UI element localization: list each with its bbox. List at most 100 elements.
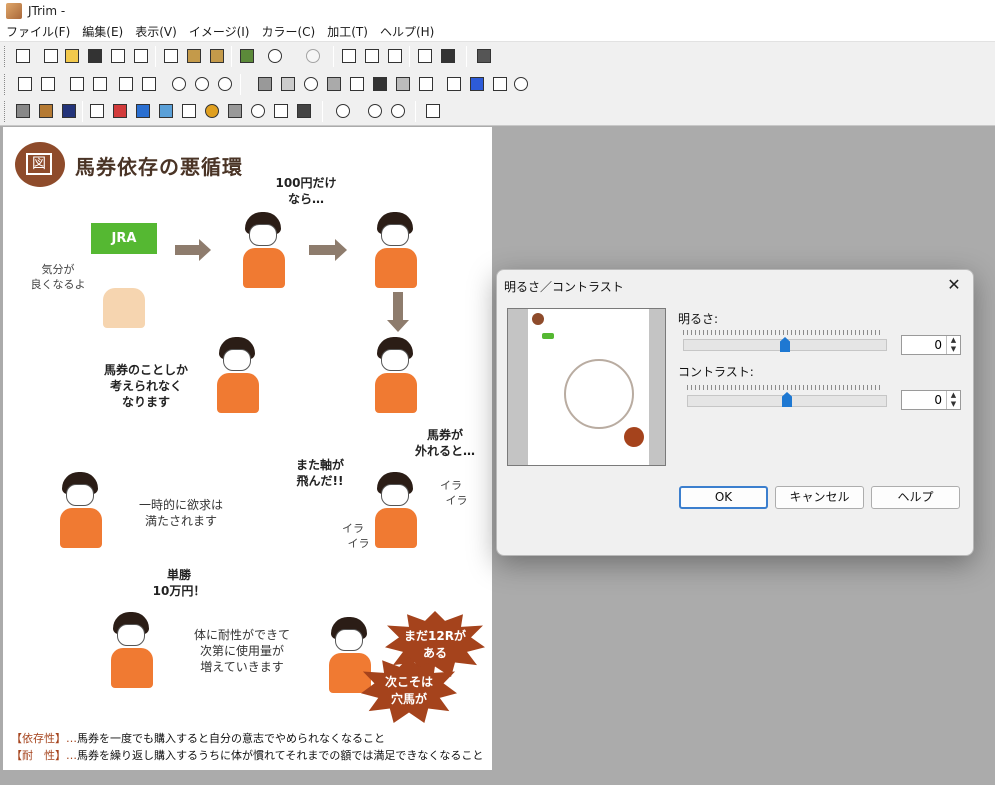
toolbar-separator <box>409 46 410 67</box>
ok-button[interactable]: OK <box>679 486 768 509</box>
help-button[interactable]: ヘルプ <box>871 486 960 509</box>
menu-help[interactable]: ヘルプ(H) <box>374 23 440 40</box>
heading-badge: 図 <box>26 153 52 175</box>
stamp-icon[interactable] <box>386 47 404 65</box>
document-heading: 馬券依存の悪循環 <box>75 155 243 179</box>
zoom-out-icon[interactable] <box>389 102 407 120</box>
grid-menu-icon[interactable] <box>475 47 493 65</box>
brightness-spinner[interactable]: 0 ▲ ▼ <box>901 335 961 355</box>
brush-icon[interactable] <box>491 75 509 93</box>
toolbar-separator <box>82 101 83 122</box>
close-icon[interactable]: ✕ <box>941 274 967 296</box>
frame-icon[interactable] <box>279 75 297 93</box>
brightness-contrast-dialog: 明るさ／コントラスト ✕ 明るさ: 0 ▲ ▼ コントラスト: 0 ▲ ▼ OK キ… <box>496 269 974 556</box>
open-folder-icon[interactable] <box>14 47 32 65</box>
contrast-label: コントラスト: <box>678 365 754 379</box>
preview-badge <box>532 313 544 325</box>
grayscale-icon[interactable] <box>14 102 32 120</box>
emboss-icon[interactable] <box>371 75 389 93</box>
jra-logo: JRA <box>91 223 157 254</box>
print-icon[interactable] <box>109 47 127 65</box>
text-mata-jiku: また軸が 飛んだ!! <box>295 458 344 489</box>
cancel-button[interactable]: キャンセル <box>775 486 864 509</box>
text-baken-no-koto: 馬券のことしか 考えられなく なります <box>103 363 188 410</box>
window-title: JTrim - <box>28 4 66 18</box>
menu-color[interactable]: カラー(C) <box>255 23 321 40</box>
toolbar-grip[interactable] <box>4 46 7 67</box>
undo-icon[interactable] <box>266 47 284 65</box>
light-icon[interactable] <box>302 75 320 93</box>
color-balance-icon[interactable] <box>111 102 129 120</box>
spin-down-icon[interactable]: ▼ <box>947 345 960 354</box>
xor-icon[interactable] <box>272 102 290 120</box>
footnote-key: 【依存性】… <box>11 732 77 745</box>
footnote-key: 【耐 性】… <box>11 749 77 762</box>
spin-up-icon[interactable]: ▲ <box>947 336 960 345</box>
brightness-icon[interactable] <box>134 102 152 120</box>
eyedropper-icon[interactable] <box>424 102 442 120</box>
contrast-value[interactable]: 0 <box>902 391 946 409</box>
flip-vertical-icon[interactable] <box>91 75 109 93</box>
preview-cycle <box>564 359 634 429</box>
toolbar-row-2 <box>0 71 995 99</box>
toolbar-grip[interactable] <box>4 101 7 122</box>
sepia-icon[interactable] <box>37 102 55 120</box>
copy-icon[interactable] <box>162 47 180 65</box>
new-file-icon[interactable] <box>42 47 60 65</box>
paste-new-icon[interactable] <box>208 47 226 65</box>
zoom-menu-icon[interactable] <box>334 102 352 120</box>
toolbar-separator <box>240 74 241 95</box>
fit-window-icon[interactable] <box>340 47 358 65</box>
text-icon[interactable] <box>363 47 381 65</box>
image-canvas[interactable]: 図 馬券依存の悪循環 JRA 気分が 良くなるよ 100円だけ なら… 馬券のこ… <box>3 127 492 770</box>
trim-icon[interactable] <box>117 75 135 93</box>
rotate-left-90-icon[interactable] <box>170 75 188 93</box>
capture-icon[interactable] <box>238 47 256 65</box>
picture-icon[interactable] <box>157 102 175 120</box>
rgb-icon[interactable] <box>249 102 267 120</box>
text-hyakuen: 100円だけ なら… <box>275 176 337 207</box>
dither-icon[interactable] <box>295 102 313 120</box>
brightness-value[interactable]: 0 <box>902 336 946 354</box>
spiral-icon[interactable] <box>512 75 530 93</box>
open-icon[interactable] <box>63 47 81 65</box>
gamma-icon[interactable] <box>180 102 198 120</box>
preview-logo <box>542 333 554 339</box>
menu-image[interactable]: イメージ(I) <box>183 23 256 40</box>
wave-icon[interactable] <box>348 75 366 93</box>
menu-file[interactable]: ファイル(F) <box>0 23 76 40</box>
contrast-spin-arrows[interactable]: ▲ ▼ <box>946 391 960 409</box>
slideshow-icon[interactable] <box>439 47 457 65</box>
auto-adjust-icon[interactable] <box>88 102 106 120</box>
checker-icon[interactable] <box>226 102 244 120</box>
save-icon[interactable] <box>86 47 104 65</box>
flip-horizontal-icon[interactable] <box>68 75 86 93</box>
mosaic-icon[interactable] <box>325 75 343 93</box>
paste-icon[interactable] <box>185 47 203 65</box>
spark-icon[interactable] <box>417 75 435 93</box>
contrast-spinner[interactable]: 0 ▲ ▼ <box>901 390 961 410</box>
brightness-spin-arrows[interactable]: ▲ ▼ <box>946 336 960 354</box>
toolbar-grip[interactable] <box>4 74 7 95</box>
spin-down-icon[interactable]: ▼ <box>947 400 960 409</box>
negative-icon[interactable] <box>60 102 78 120</box>
border-icon[interactable] <box>140 75 158 93</box>
zoom-in-icon[interactable] <box>366 102 384 120</box>
spin-up-icon[interactable]: ▲ <box>947 391 960 400</box>
redo-icon[interactable] <box>304 47 322 65</box>
brick-icon[interactable] <box>394 75 412 93</box>
resize-icon[interactable] <box>39 75 57 93</box>
menu-edit[interactable]: 編集(E) <box>76 23 129 40</box>
menu-view[interactable]: 表示(V) <box>129 23 183 40</box>
brightness-label: 明るさ: <box>678 312 719 326</box>
rotate-right-90-icon[interactable] <box>193 75 211 93</box>
hue-icon[interactable] <box>203 102 221 120</box>
print-preview-icon[interactable] <box>132 47 150 65</box>
menu-process[interactable]: 加工(T) <box>321 23 374 40</box>
grid-view-icon[interactable] <box>416 47 434 65</box>
crop-icon[interactable] <box>16 75 34 93</box>
shadow-icon[interactable] <box>256 75 274 93</box>
crosshatch-icon[interactable] <box>445 75 463 93</box>
pen-icon[interactable] <box>468 75 486 93</box>
rotate-free-icon[interactable] <box>216 75 234 93</box>
